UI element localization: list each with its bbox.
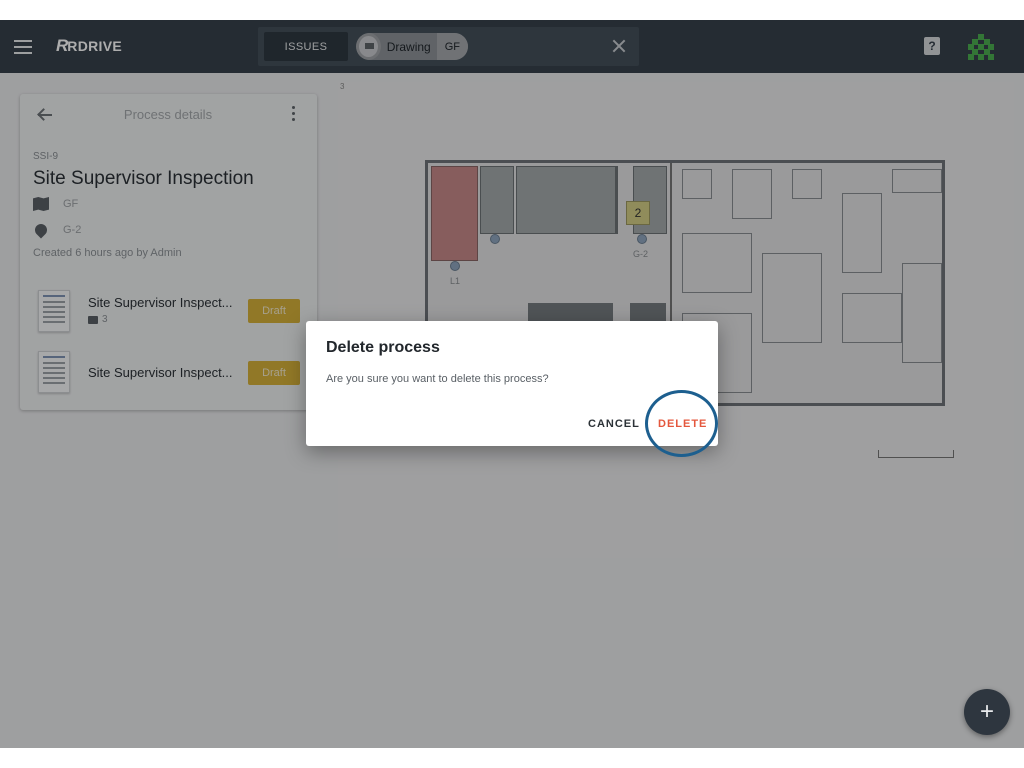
add-fab-button[interactable]: + [964, 689, 1010, 735]
app: R RDRIVE ISSUES Drawing GF ? 3 2 L1 G-2 … [0, 20, 1024, 748]
click-highlight-ring [645, 390, 718, 457]
cancel-button[interactable]: CANCEL [580, 412, 648, 436]
dialog-message: Are you sure you want to delete this pro… [326, 373, 549, 385]
dialog-title: Delete process [326, 339, 440, 356]
